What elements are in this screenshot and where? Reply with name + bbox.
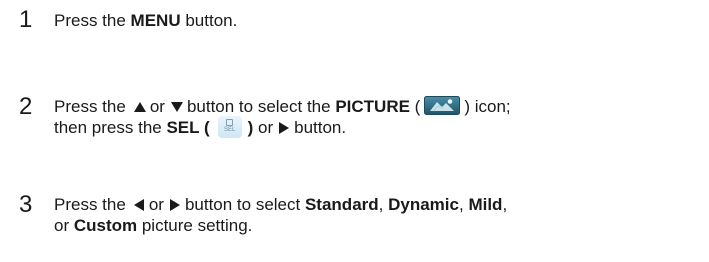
text: Press the <box>54 97 126 116</box>
right-triangle-icon <box>169 198 180 211</box>
standard-label: Standard <box>304 195 379 214</box>
step-number: 3 <box>19 191 33 218</box>
step-number: 2 <box>19 93 33 120</box>
text: button. <box>180 11 238 30</box>
text: Press the <box>54 11 131 30</box>
text: ( <box>409 97 421 116</box>
dynamic-label: Dynamic <box>388 195 459 214</box>
step-number: 1 <box>19 6 33 33</box>
left-triangle-icon <box>133 198 144 211</box>
text: Press the <box>54 195 126 214</box>
right-triangle-icon <box>279 121 290 134</box>
up-triangle-icon <box>133 101 146 112</box>
step-line: Press the or button to select the PICTURE … <box>54 96 704 117</box>
text: button. <box>294 118 347 138</box>
picture-label: PICTURE <box>335 97 410 116</box>
step-text: Press the or button to select Standard, Dy… <box>54 194 704 236</box>
step-line: then press the SEL (SEL) or button. <box>54 115 704 140</box>
text: button to select <box>184 195 305 214</box>
text: , <box>378 195 389 214</box>
text: or <box>253 118 274 138</box>
text: or <box>148 195 164 214</box>
text: ) icon; <box>464 97 511 116</box>
step-line: Press the or button to select Standard, Dy… <box>54 194 704 215</box>
text: then press the <box>54 118 167 138</box>
text: or <box>149 97 165 116</box>
step-text: Press the or button to select the PICTURE … <box>54 96 704 140</box>
text: button to select the <box>186 97 336 116</box>
down-triangle-icon <box>170 101 183 112</box>
sel-square-icon <box>226 118 234 126</box>
step-line: or Custom picture setting. <box>54 215 704 236</box>
text: picture setting. <box>137 216 253 235</box>
text: , <box>502 195 508 214</box>
sel-icon-text: SEL <box>223 126 236 133</box>
step-text: Press the MENU button. <box>54 10 704 31</box>
mild-label: Mild <box>468 195 503 214</box>
sel-button-icon: SEL <box>217 115 242 138</box>
text: or <box>54 216 74 235</box>
sel-label: SEL ( <box>166 118 210 138</box>
menu-button-label: MENU <box>130 11 181 30</box>
picture-icon <box>424 96 461 116</box>
custom-label: Custom <box>73 216 138 235</box>
